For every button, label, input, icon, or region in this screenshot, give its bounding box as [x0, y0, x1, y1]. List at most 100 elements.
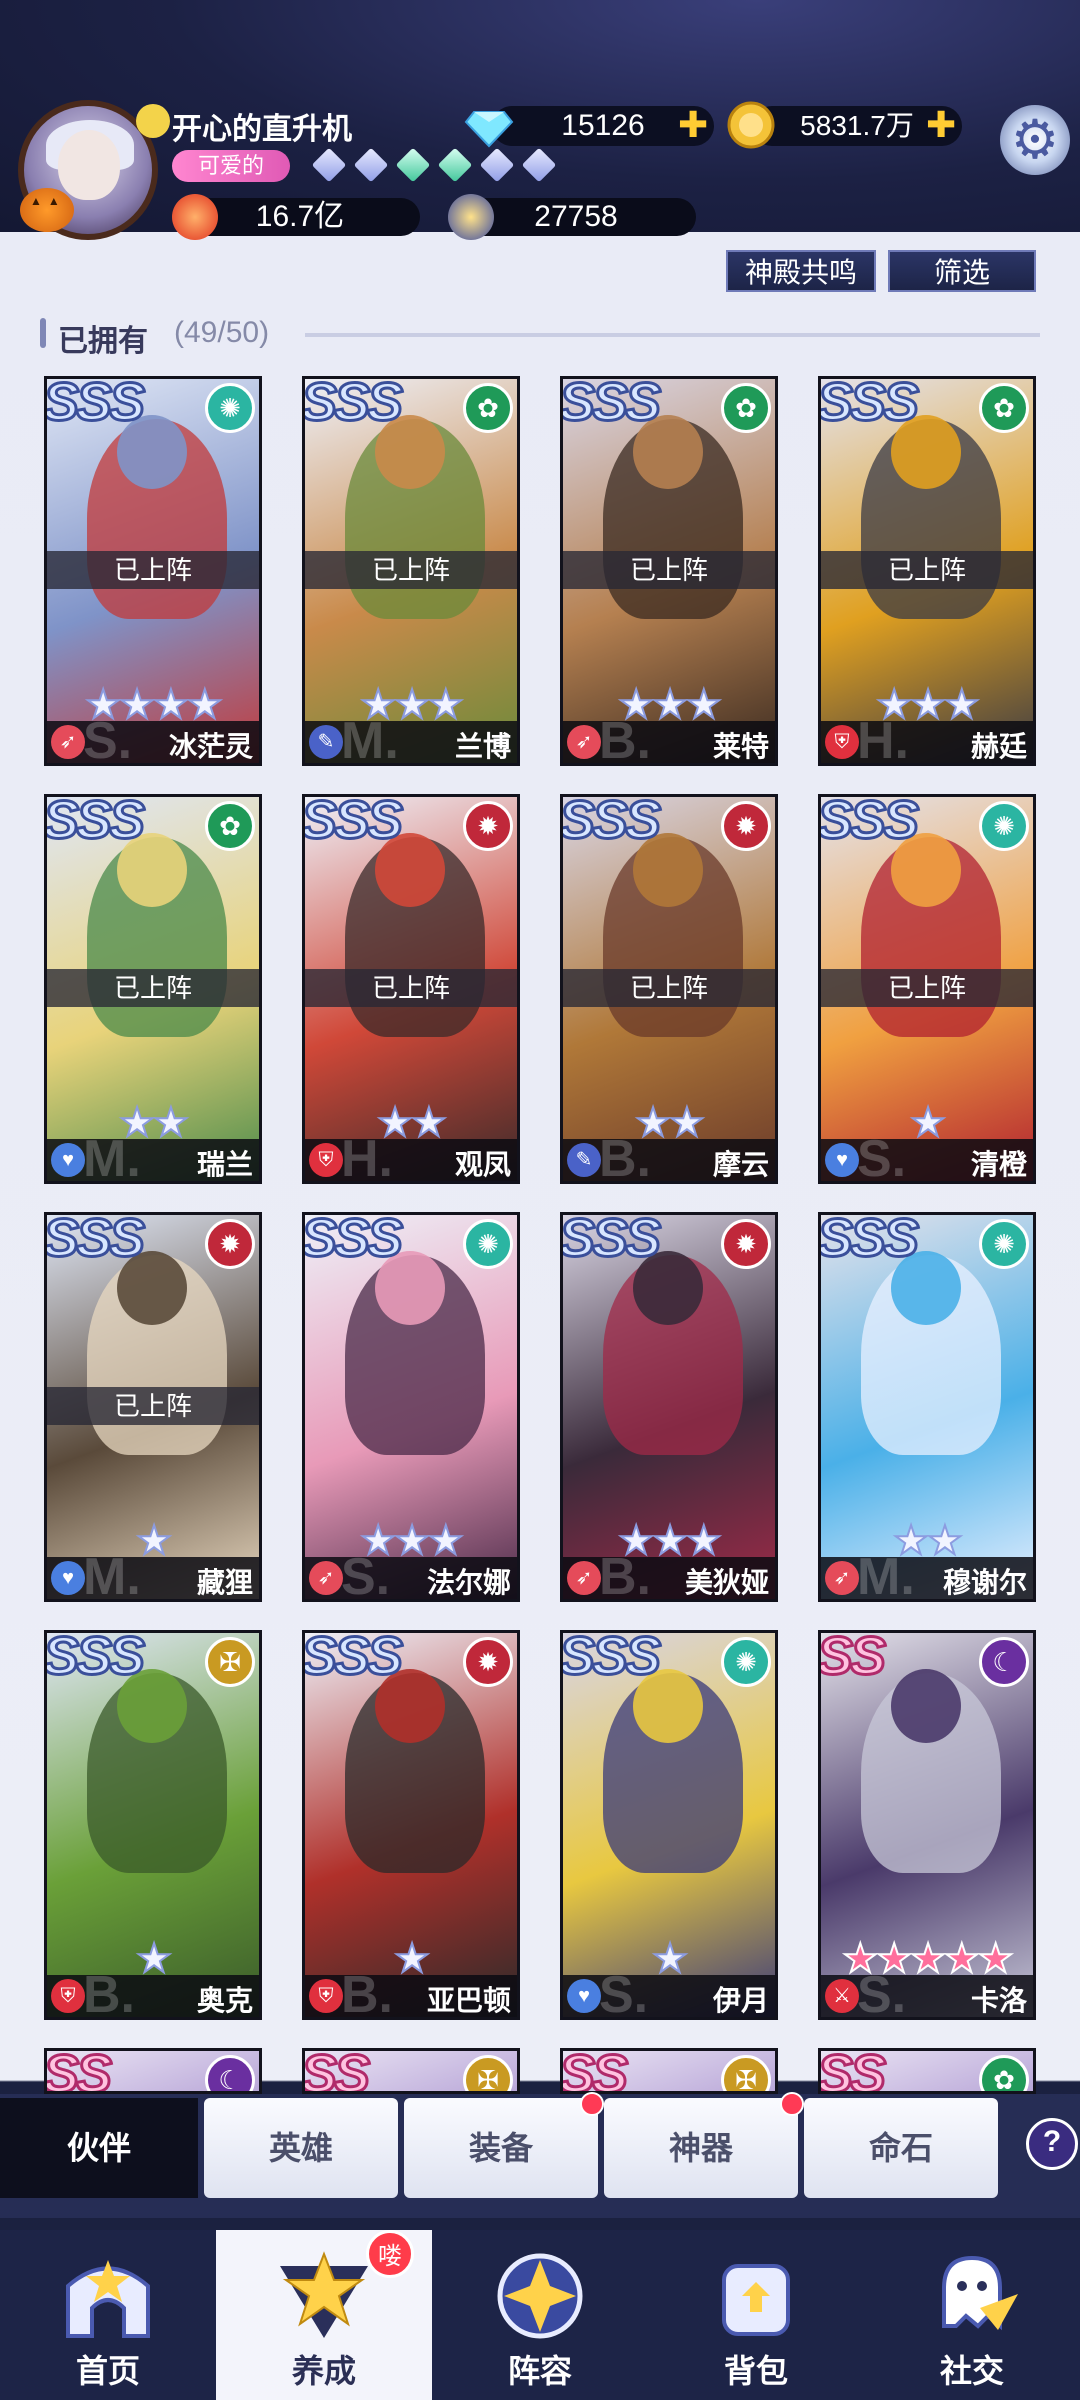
filter-button[interactable]: 筛选 [888, 250, 1036, 292]
hero-tier: M. [83, 1130, 141, 1184]
tab-heroes[interactable]: 英雄 [204, 2098, 398, 2198]
diamond-icon [464, 111, 514, 148]
hero-rank: SSS [560, 1212, 663, 1270]
lineup-shield-icon [497, 2253, 583, 2339]
nav-lineup[interactable]: 阵容 [432, 2230, 648, 2400]
hero-card[interactable]: SSS ✺ 已上阵 ★ ♥ S. 清橙 [818, 794, 1036, 1184]
nav-home[interactable]: 首页 [0, 2230, 216, 2400]
hero-card-partial[interactable]: SS ✠ [560, 2048, 778, 2094]
section-divider [305, 333, 1040, 337]
add-diamond-button[interactable]: ✚ [678, 106, 708, 146]
hero-card[interactable]: SSS ✿ 已上阵 ★★★ ⛨ H. 赫廷 [818, 376, 1036, 766]
hero-card[interactable]: SSS ✿ 已上阵 ★★★ ✎ M. 兰博 [302, 376, 520, 766]
deployed-label: 已上阵 [47, 969, 259, 1007]
class-tank-icon: ⛨ [309, 1143, 343, 1177]
hero-card[interactable]: SSS ✺ 已上阵 ★★★★ ➶ S. 冰茫灵 [44, 376, 262, 766]
power-value: 16.7亿 [255, 200, 345, 233]
hero-tier: B. [341, 1966, 393, 2020]
owned-count: (49/50) [174, 316, 270, 349]
tab-label: 神器 [668, 2130, 733, 2166]
hero-rank: SSS [818, 1212, 921, 1270]
hero-name: 观凤 [454, 1149, 511, 1180]
gem-icon [479, 147, 515, 183]
tab-partners[interactable]: 伙伴 [0, 2098, 198, 2198]
hero-tier: S. [599, 1966, 649, 2020]
hero-namebar: ♥ S. 伊月 [563, 1966, 775, 2017]
player-avatar[interactable] [18, 100, 170, 240]
arena-value: 27758 [534, 200, 618, 233]
hero-card-partial[interactable]: SS ✿ [818, 2048, 1036, 2094]
add-gold-button[interactable]: ✚ [926, 106, 956, 146]
nav-bag[interactable]: 背包 [648, 2230, 864, 2400]
hero-card[interactable]: SSS ✿ 已上阵 ★★★ ➶ B. 莱特 [560, 376, 778, 766]
hero-rank: SSS [44, 794, 147, 852]
element-wind-icon: ✺ [979, 1219, 1029, 1269]
hero-tier: M. [341, 712, 399, 766]
hero-tier: B. [599, 1130, 651, 1184]
hero-rank: SSS [302, 794, 405, 852]
hero-card[interactable]: SSS ✹ 已上阵 ★★ ⛨ H. 观凤 [302, 794, 520, 1184]
player-title-badge[interactable]: 可爱的 [172, 150, 290, 182]
gold-coin-icon [727, 101, 775, 149]
star-medal-icon [448, 194, 494, 240]
hero-namebar: ➶ B. 莱特 [563, 712, 775, 763]
hero-card[interactable]: SS ☾ ★★★★★ ⚔ S. 卡洛 [818, 1630, 1036, 2020]
hero-name: 藏狸 [196, 1567, 253, 1598]
help-icon[interactable]: ? [1026, 2118, 1078, 2170]
gem-icon [353, 147, 389, 183]
hero-rank: SSS [818, 376, 921, 434]
hero-card-partial[interactable]: SS ✠ [302, 2048, 520, 2094]
gem-icon [521, 147, 557, 183]
nav-badge: 喽 [366, 2230, 414, 2278]
hero-name: 亚巴顿 [426, 1985, 511, 2016]
hero-tier: M. [83, 1548, 141, 1602]
class-tank-icon: ⛨ [51, 1979, 85, 2013]
temple-resonance-button[interactable]: 神殿共鸣 [726, 250, 876, 292]
nav-label: 养成 [291, 2353, 356, 2389]
hero-card[interactable]: SSS ✹ ★ ⛨ B. 亚巴顿 [302, 1630, 520, 2020]
hero-rank: SSS [44, 376, 147, 434]
hero-card[interactable]: SSS ✺ ★★ ➶ M. 穆谢尔 [818, 1212, 1036, 1602]
gem-icon [437, 147, 473, 183]
class-mage-icon: ✎ [309, 725, 343, 759]
hero-namebar: ➶ S. 冰茫灵 [47, 712, 259, 763]
hero-namebar: ➶ B. 美狄娅 [563, 1548, 775, 1599]
hero-card-partial[interactable]: SS ☾ [44, 2048, 262, 2094]
class-archer-icon: ➶ [309, 1561, 343, 1595]
element-nature-icon: ✿ [205, 801, 255, 851]
notification-dot [580, 2092, 604, 2116]
class-support-icon: ♥ [51, 1561, 85, 1595]
power-stat: 16.7亿 [172, 194, 420, 240]
element-nature-icon: ✿ [721, 383, 771, 433]
hero-name: 卡洛 [970, 1985, 1027, 2016]
arena-stat: 27758 [448, 194, 696, 240]
hero-card[interactable]: SSS ✿ 已上阵 ★★ ♥ M. 瑞兰 [44, 794, 262, 1184]
hero-namebar: ⛨ H. 赫廷 [821, 712, 1033, 763]
avatar-face [58, 130, 120, 200]
element-fire-icon: ✹ [205, 1219, 255, 1269]
hero-namebar: ⛨ H. 观凤 [305, 1130, 517, 1181]
tab-equipment[interactable]: 装备 [404, 2092, 604, 2198]
tab-artifacts[interactable]: 神器 [604, 2092, 804, 2198]
nav-social[interactable]: 社交 [864, 2230, 1080, 2400]
element-fire-icon: ✹ [463, 801, 513, 851]
nav-develop[interactable]: 喽 养成 [216, 2230, 432, 2400]
settings-gear-icon[interactable]: ⚙ [1000, 105, 1070, 175]
hero-name: 伊月 [712, 1985, 769, 2016]
hero-tier: S. [83, 712, 133, 766]
class-support-icon: ♥ [825, 1143, 859, 1177]
hero-card[interactable]: SSS ✹ 已上阵 ★ ♥ M. 藏狸 [44, 1212, 262, 1602]
develop-star-icon [280, 2251, 368, 2338]
hero-card[interactable]: SSS ✹ 已上阵 ★★ ✎ B. 摩云 [560, 794, 778, 1184]
pumpkin-icon [20, 188, 74, 232]
element-fire-icon: ✹ [721, 1219, 771, 1269]
tab-fate-stones[interactable]: 命石 [804, 2098, 998, 2198]
hero-card[interactable]: SSS ✺ ★ ♥ S. 伊月 [560, 1630, 778, 2020]
hero-card[interactable]: SSS ✠ ★ ⛨ B. 奥克 [44, 1630, 262, 2020]
tab-label: 命石 [868, 2130, 933, 2166]
gem-icon [395, 147, 431, 183]
hero-card[interactable]: SSS ✹ ★★★ ➶ B. 美狄娅 [560, 1212, 778, 1602]
deployed-label: 已上阵 [47, 1387, 259, 1425]
diamond-counter: 15126 ✚ [464, 106, 714, 148]
hero-card[interactable]: SSS ✺ ★★★ ➶ S. 法尔娜 [302, 1212, 520, 1602]
